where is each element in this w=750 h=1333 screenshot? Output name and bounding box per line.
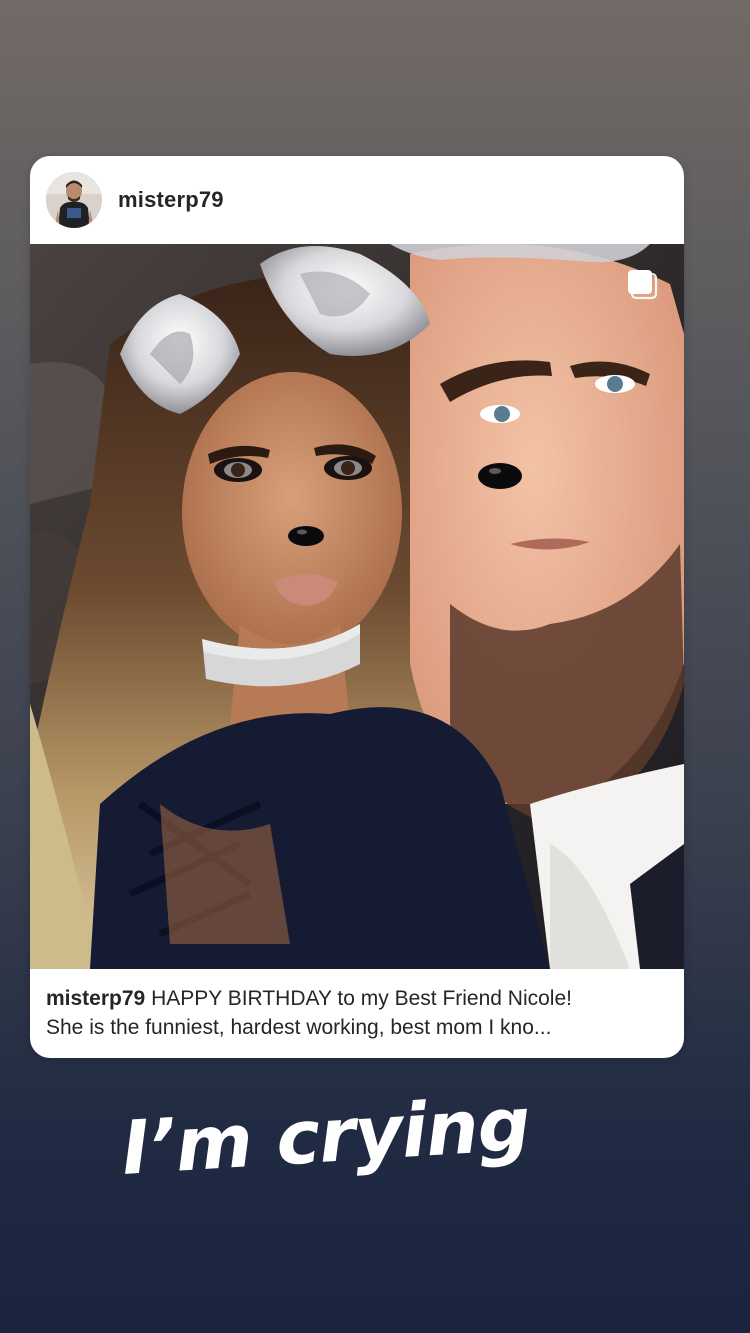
- post-header: misterp79: [30, 156, 684, 244]
- caption-text-line-2: She is the funniest, hardest working, be…: [46, 1016, 552, 1039]
- caption-username[interactable]: misterp79: [46, 987, 145, 1010]
- post-caption: misterp79 HAPPY BIRTHDAY to my Best Frie…: [46, 984, 674, 1042]
- photo-image-icon: [30, 244, 684, 969]
- shared-post-card[interactable]: misterp79 misterp79 HAPPY BIRTHDAY to my…: [30, 156, 684, 1058]
- profile-photo-icon: [46, 172, 102, 228]
- caption-line-1: misterp79 HAPPY BIRTHDAY to my Best Frie…: [46, 984, 674, 1013]
- story-view: misterp79 misterp79 HAPPY BIRTHDAY to my…: [0, 0, 750, 1333]
- carousel-icon: [628, 270, 658, 300]
- caption-text-line-1: HAPPY BIRTHDAY to my Best Friend Nicole!: [151, 987, 572, 1010]
- post-username[interactable]: misterp79: [118, 187, 224, 213]
- post-photo[interactable]: [30, 244, 684, 969]
- avatar[interactable]: [46, 172, 102, 228]
- story-text-sticker: I’m crying: [119, 1081, 533, 1192]
